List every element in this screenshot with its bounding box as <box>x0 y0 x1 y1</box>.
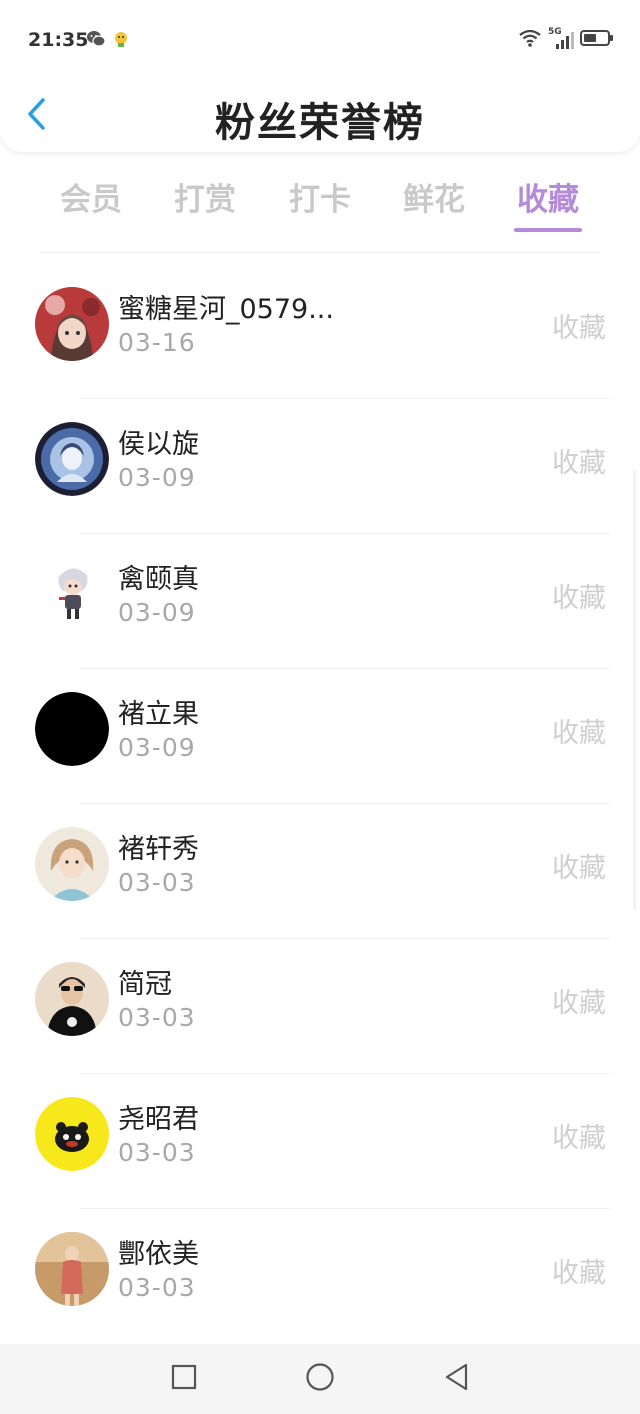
avatar[interactable] <box>35 422 109 496</box>
tab-reward[interactable]: 打赏 <box>155 174 255 219</box>
fan-date: 03-03 <box>118 1138 196 1167</box>
fan-date: 03-16 <box>118 328 196 357</box>
list-item[interactable]: 酆依美 03-03 收藏 <box>0 1209 640 1344</box>
list-item[interactable]: 褚轩秀 03-03 收藏 <box>0 804 640 939</box>
fan-action-label: 收藏 <box>552 718 606 749</box>
fan-date: 03-09 <box>118 733 196 762</box>
wechat-icon <box>86 30 106 52</box>
fan-action-label: 收藏 <box>552 853 606 884</box>
status-app-icons <box>86 30 130 52</box>
avatar[interactable] <box>35 692 109 766</box>
list-item[interactable]: 褚立果 03-09 收藏 <box>0 669 640 804</box>
avatar[interactable] <box>35 1232 109 1306</box>
list-item[interactable]: 简冠 03-03 收藏 <box>0 939 640 1074</box>
app-notification-icon <box>112 30 130 52</box>
recent-apps-icon <box>170 1363 198 1395</box>
fan-name: 禽颐真 <box>118 564 199 595</box>
fan-action-label: 收藏 <box>552 313 606 344</box>
system-nav-bar <box>0 1344 640 1414</box>
fan-date: 03-03 <box>118 868 196 897</box>
fan-action-label: 收藏 <box>552 988 606 1019</box>
fan-date: 03-09 <box>118 463 196 492</box>
avatar[interactable] <box>35 1097 109 1171</box>
avatar[interactable] <box>35 557 109 631</box>
avatar[interactable] <box>35 962 109 1036</box>
status-bar: 21:35 5G <box>0 0 640 80</box>
fan-name: 简冠 <box>118 969 172 1000</box>
fan-name: 侯以旋 <box>118 429 199 460</box>
tab-member[interactable]: 会员 <box>41 174 141 219</box>
fan-action-label: 收藏 <box>552 1258 606 1289</box>
tabs-divider <box>40 252 600 253</box>
fan-date: 03-03 <box>118 1273 196 1302</box>
avatar[interactable] <box>35 827 109 901</box>
active-tab-indicator <box>514 228 582 232</box>
list-item[interactable]: 蜜糖星河_0579... 03-16 收藏 <box>0 264 640 399</box>
page-title: 粉丝荣誉榜 <box>215 100 425 146</box>
fan-name: 酆依美 <box>118 1239 199 1270</box>
fan-name: 褚立果 <box>118 699 199 730</box>
fan-list: 蜜糖星河_0579... 03-16 收藏 侯以旋 03-09 收藏 禽颐真 0… <box>0 264 640 1344</box>
header-card: 21:35 5G 粉丝荣誉榜 <box>0 0 640 152</box>
fan-name: 褚轩秀 <box>118 834 199 865</box>
fan-name: 尧昭君 <box>118 1104 199 1135</box>
status-time: 21:35 <box>28 29 89 51</box>
status-right: 5G <box>518 27 614 52</box>
home-button[interactable] <box>303 1362 337 1396</box>
list-item[interactable]: 禽颐真 03-09 收藏 <box>0 534 640 669</box>
tab-flowers[interactable]: 鲜花 <box>384 174 484 219</box>
cellular-signal-icon: 5G <box>548 27 574 50</box>
fan-action-label: 收藏 <box>552 1123 606 1154</box>
home-icon <box>305 1362 335 1396</box>
nav-bar: 粉丝荣誉榜 <box>0 82 640 152</box>
system-back-button[interactable] <box>439 1362 473 1396</box>
tab-bar: 会员 打赏 打卡 鲜花 收藏 <box>0 168 640 240</box>
fan-name: 蜜糖星河_0579... <box>118 294 334 325</box>
wifi-icon <box>518 28 542 52</box>
fan-date: 03-03 <box>118 1003 196 1032</box>
avatar[interactable] <box>35 287 109 361</box>
list-item[interactable]: 尧昭君 03-03 收藏 <box>0 1074 640 1209</box>
list-item[interactable]: 侯以旋 03-09 收藏 <box>0 399 640 534</box>
tab-favorites[interactable]: 收藏 <box>498 174 598 219</box>
tab-checkin[interactable]: 打卡 <box>270 174 370 219</box>
fan-action-label: 收藏 <box>552 448 606 479</box>
fan-action-label: 收藏 <box>552 583 606 614</box>
battery-icon <box>580 29 614 51</box>
back-icon <box>442 1362 470 1396</box>
fan-date: 03-09 <box>118 598 196 627</box>
recent-apps-button[interactable] <box>167 1362 201 1396</box>
scrollbar[interactable] <box>633 470 636 910</box>
